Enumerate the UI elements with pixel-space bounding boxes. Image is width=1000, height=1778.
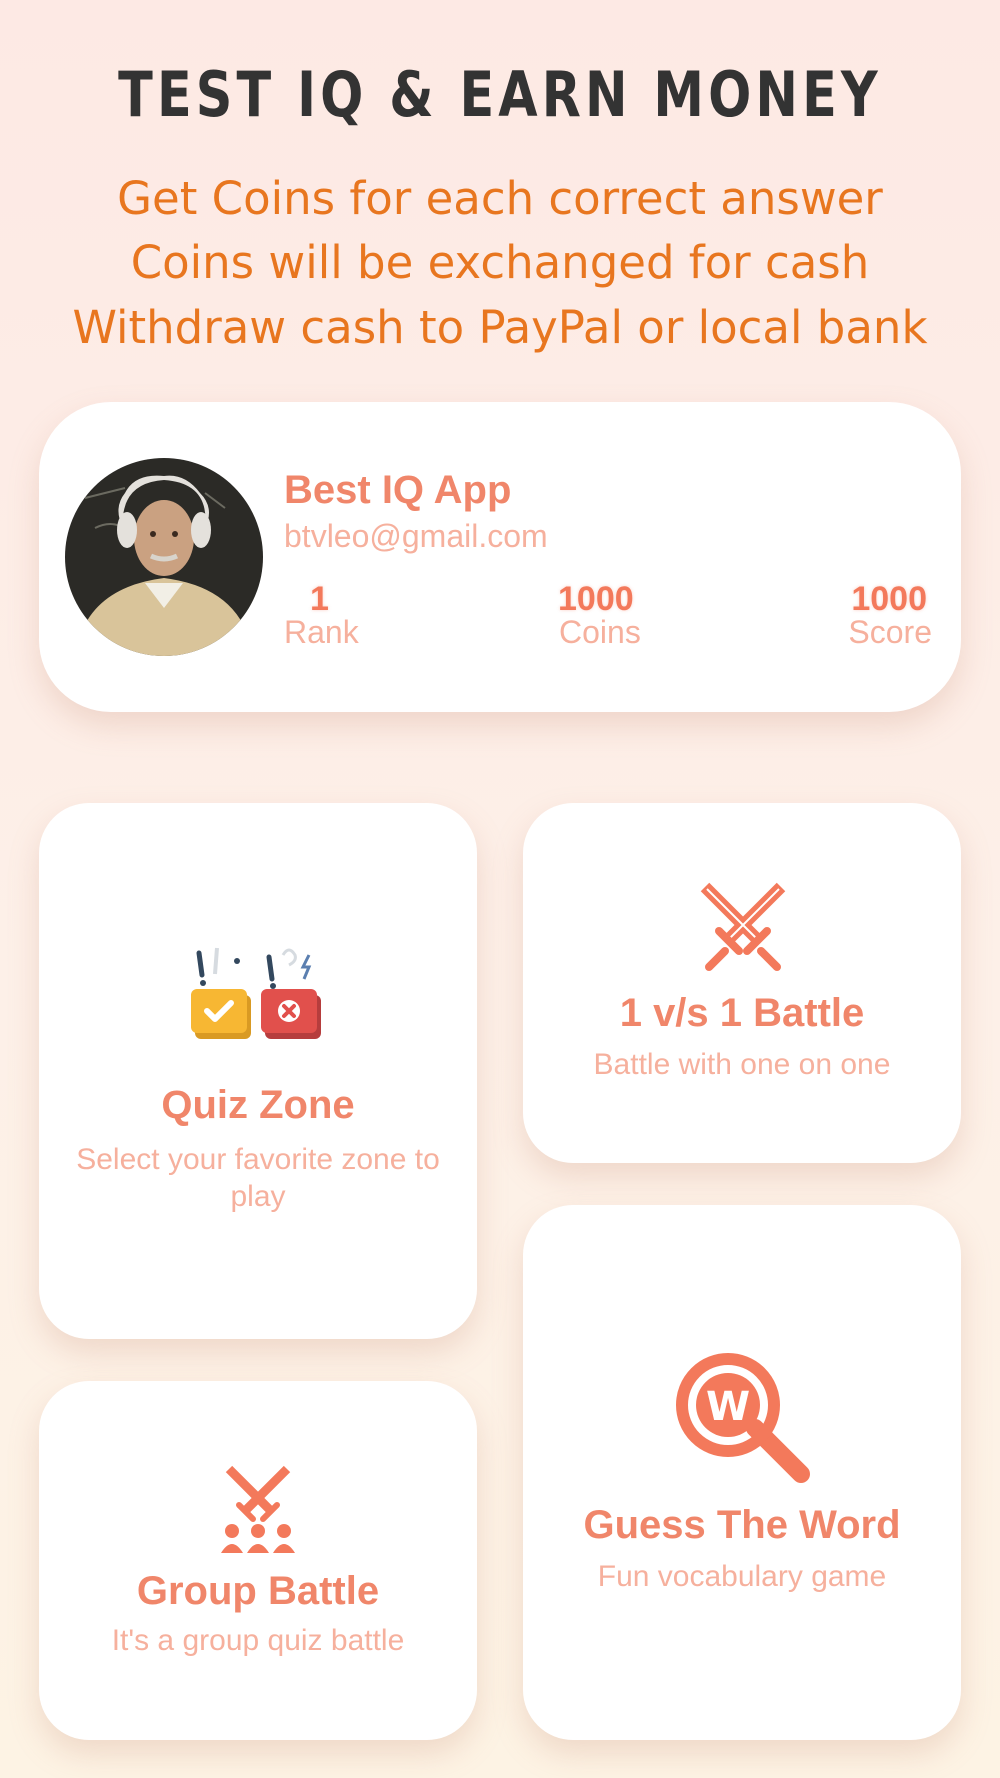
- quiz-zone-desc: Select your favorite zone to play: [76, 1143, 440, 1213]
- rank-label: Rank: [284, 614, 359, 650]
- score-label: Score: [848, 614, 932, 650]
- crossed-swords-icon: [700, 882, 786, 971]
- quiz-zone-tile[interactable]: Quiz Zone Select your favorite zone to p…: [39, 803, 477, 1339]
- magnifier-letter: W: [706, 1384, 750, 1430]
- subheadline-line-1: Get Coins for each correct answer: [117, 172, 883, 225]
- coins-label: Coins: [559, 614, 641, 650]
- battle-tile[interactable]: 1 v/s 1 Battle Battle with one on one: [523, 803, 961, 1163]
- battle-desc: Battle with one on one: [593, 1048, 891, 1081]
- group-battle-tile[interactable]: Group Battle It's a group quiz battle: [39, 1381, 477, 1740]
- subheadline-line-3: Withdraw cash to PayPal or local bank: [72, 301, 928, 354]
- magnifier-w-icon: W: [676, 1353, 810, 1483]
- profile-name: Best IQ App: [284, 468, 512, 512]
- quiz-cards-icon: [191, 947, 321, 1039]
- group-swords-icon: [221, 1465, 295, 1553]
- guess-word-tile[interactable]: W Guess The Word Fun vocabulary game: [523, 1205, 961, 1740]
- group-battle-desc: It's a group quiz battle: [111, 1624, 405, 1657]
- headline: TEST IQ & EARN MONEY: [118, 58, 882, 131]
- avatar-image: [65, 458, 263, 656]
- quiz-zone-title: Quiz Zone: [161, 1083, 355, 1127]
- profile-card[interactable]: Best IQ App btvleo@gmail.com 1 Rank 1000…: [39, 402, 961, 712]
- guess-word-title: Guess The Word: [583, 1503, 901, 1547]
- profile-email: btvleo@gmail.com: [284, 518, 548, 554]
- subheadline-line-2: Coins will be exchanged for cash: [130, 236, 870, 289]
- battle-title: 1 v/s 1 Battle: [619, 991, 865, 1035]
- guess-word-desc: Fun vocabulary game: [597, 1560, 887, 1593]
- avatar[interactable]: [65, 458, 263, 656]
- group-battle-title: Group Battle: [136, 1569, 380, 1613]
